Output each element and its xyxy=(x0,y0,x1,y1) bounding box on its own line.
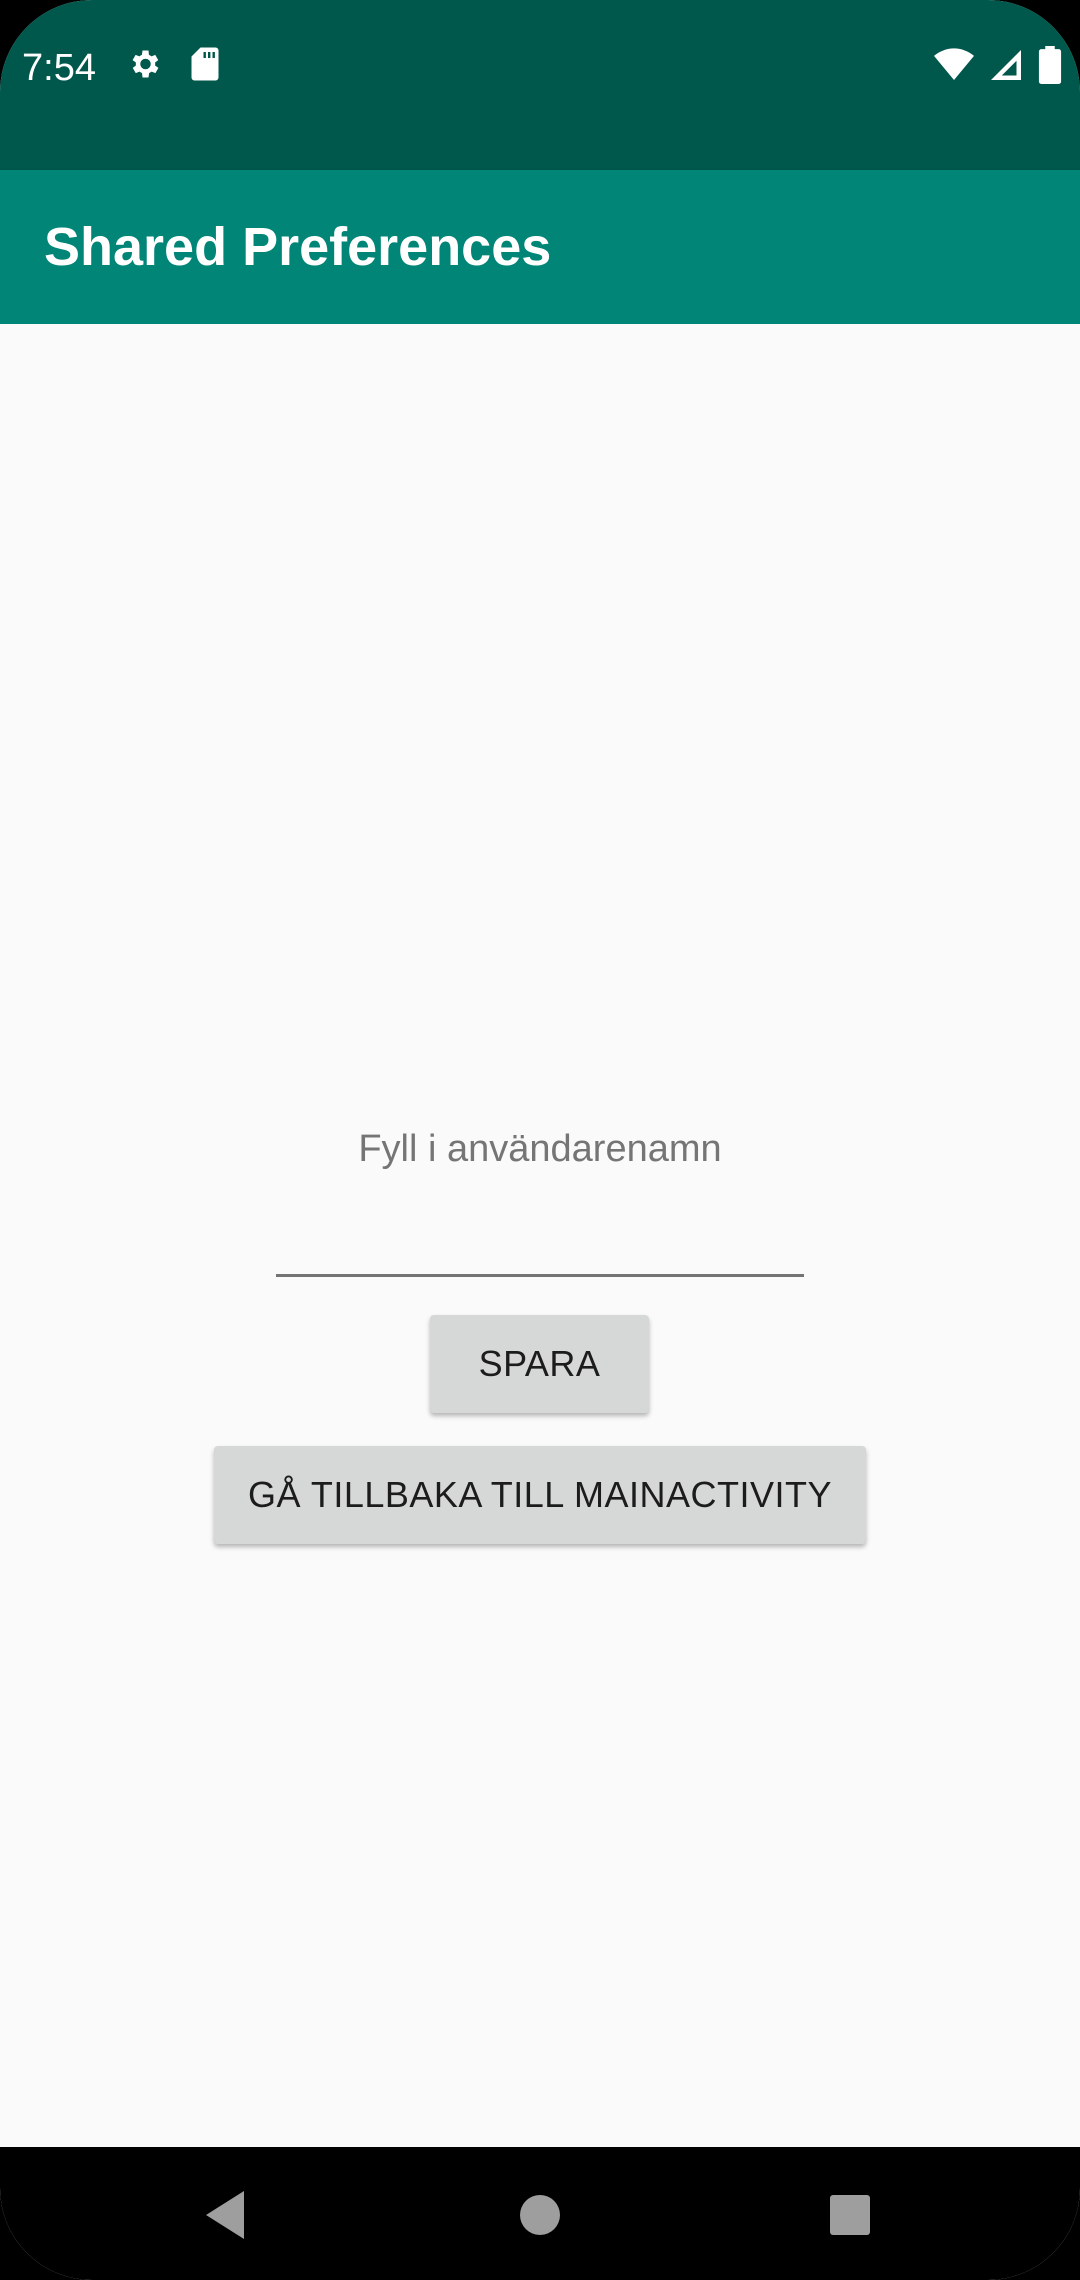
home-icon[interactable] xyxy=(508,2183,572,2247)
app-bar: Shared Preferences xyxy=(0,170,1080,324)
recents-icon[interactable] xyxy=(818,2183,882,2247)
navigation-bar xyxy=(0,2147,1080,2280)
status-time: 7:54 xyxy=(22,47,96,89)
phone-screen: 7:54 Shared Preferences Fyll i användare… xyxy=(0,0,1080,2280)
battery-icon xyxy=(1038,46,1062,84)
status-right-icons xyxy=(934,46,1062,84)
status-left-icons xyxy=(126,46,220,82)
back-icon[interactable] xyxy=(196,2183,260,2247)
back-to-mainactivity-button[interactable]: GÅ TILLBAKA TILL MAINACTIVITY xyxy=(214,1446,866,1544)
save-button[interactable]: SPARA xyxy=(430,1315,649,1413)
app-title: Shared Preferences xyxy=(44,217,552,277)
username-input[interactable] xyxy=(276,1224,804,1277)
username-label: Fyll i användarenamn xyxy=(358,1128,722,1170)
sd-card-icon xyxy=(190,46,220,82)
wifi-icon xyxy=(934,47,974,83)
gear-icon xyxy=(126,46,162,82)
status-bar: 7:54 xyxy=(0,0,1080,170)
cellular-signal-icon xyxy=(988,47,1024,83)
main-content: Fyll i användarenamn SPARA GÅ TILLBAKA T… xyxy=(0,324,1080,2147)
